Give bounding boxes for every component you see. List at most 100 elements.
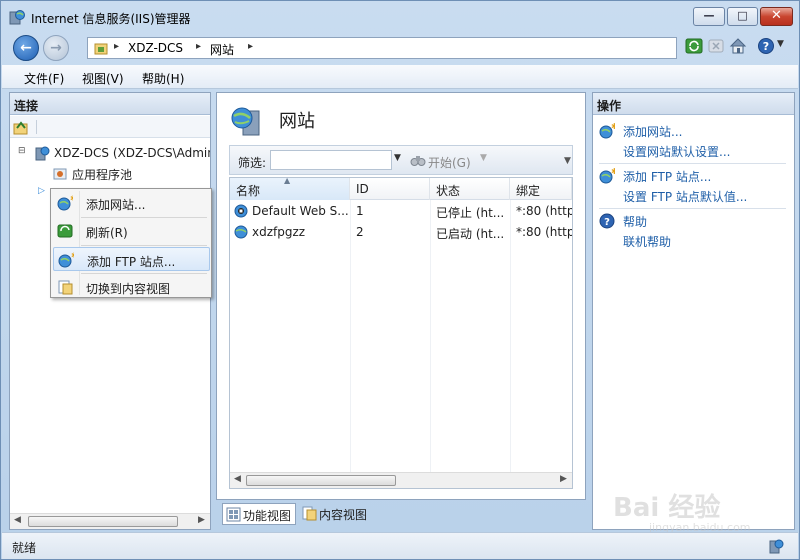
ctx-add-site[interactable]: ✱ 添加网站... [53, 191, 210, 215]
scroll-left-icon[interactable]: ◀ [234, 474, 241, 484]
svg-text:?: ? [763, 40, 769, 53]
cell-site-name: Default Web S... [252, 204, 348, 218]
menu-help[interactable]: 帮助(H) [142, 70, 184, 87]
action-online-help[interactable]: 联机帮助 [623, 233, 671, 250]
context-menu: ✱ 添加网站... 刷新(R) ✱ 添加 FTP 站点... [50, 188, 212, 298]
scroll-thumb[interactable] [246, 475, 396, 486]
action-add-site[interactable]: 添加网站... [623, 123, 682, 140]
refresh-icon [57, 224, 73, 238]
menu-file[interactable]: 文件(F) [24, 70, 64, 87]
menu-bar: 文件(F) 视图(V) 帮助(H) [2, 65, 798, 89]
column-header-status[interactable]: 状态 [430, 178, 510, 200]
tree-label-server: XDZ-DCS (XDZ-DCS\Admin [54, 146, 210, 160]
back-arrow-icon: ← [20, 40, 32, 56]
go-dropdown-icon[interactable]: ▼ [480, 153, 487, 163]
refresh-icon[interactable] [685, 37, 703, 55]
minimize-button[interactable]: — [693, 7, 725, 26]
context-menu-separator [81, 245, 207, 246]
maximize-button[interactable]: □ [727, 7, 758, 26]
tab-content-view[interactable]: 内容视图 [299, 503, 373, 525]
cell-site-status: 已启动 (ht... [436, 227, 505, 241]
help-icon[interactable]: ? [757, 37, 775, 55]
ctx-switch-content-view[interactable]: 切换到内容视图 [53, 275, 210, 299]
stopped-site-icon [234, 204, 248, 218]
grid-hscrollbar[interactable]: ◀ ▶ [230, 472, 572, 488]
add-site-icon: ✱ [599, 123, 615, 139]
svg-text:?: ? [604, 217, 610, 228]
cell-site-id: 1 [356, 204, 364, 218]
action-add-ftp-site[interactable]: 添加 FTP 站点... [623, 168, 711, 185]
help-dropdown-icon[interactable]: ▼ [777, 39, 784, 49]
breadcrumb-separator: ▸ [248, 41, 254, 52]
tree-node-server[interactable]: ⊟ XDZ-DCS (XDZ-DCS\Admin [10, 143, 210, 163]
sites-content-panel: 网站 筛选: ▼ 开始(G) ▼ ▼ ▲ 名称 ID 状态 绑定 Default… [216, 92, 586, 500]
close-button[interactable]: ✕ [760, 7, 793, 26]
stop-icon[interactable] [707, 37, 725, 55]
title-bar: Internet 信息服务(IIS)管理器 — □ ✕ [1, 1, 799, 31]
connections-toolbar [10, 116, 210, 138]
menu-view[interactable]: 视图(V) [82, 70, 124, 87]
minimize-icon: — [703, 9, 715, 22]
column-header-id[interactable]: ID [350, 178, 430, 200]
site-globe-icon [234, 225, 248, 239]
connections-hscrollbar[interactable]: ◀ ▶ [10, 513, 210, 529]
connections-header: 连接 [10, 93, 210, 115]
home-folder-icon [94, 43, 108, 55]
context-menu-separator [81, 217, 207, 218]
filter-dropdown-icon[interactable]: ▼ [394, 153, 401, 163]
sites-globe-icon [231, 107, 260, 136]
close-icon: ✕ [771, 8, 782, 23]
add-ftp-site-icon: ✱ [599, 168, 615, 184]
column-header-binding[interactable]: 绑定 [510, 178, 572, 200]
filter-options-icon[interactable]: ▼ [564, 156, 571, 166]
svg-text:✱: ✱ [611, 123, 615, 131]
server-icon [35, 146, 50, 161]
content-view-icon [302, 506, 317, 521]
sort-ascending-icon: ▲ [284, 176, 291, 185]
svg-text:✱: ✱ [611, 168, 615, 176]
breadcrumb-sites[interactable]: 网站 [210, 41, 234, 58]
ctx-add-ftp-site[interactable]: ✱ 添加 FTP 站点... [53, 247, 210, 271]
action-help[interactable]: 帮助 [623, 213, 647, 230]
filter-bar: 筛选: ▼ 开始(G) ▼ ▼ [229, 145, 573, 175]
action-site-defaults[interactable]: 设置网站默认设置... [623, 143, 730, 160]
status-bar: 就绪 [2, 532, 798, 559]
forward-arrow-icon: → [50, 40, 62, 56]
maximize-icon: □ [737, 9, 748, 22]
sites-grid: ▲ 名称 ID 状态 绑定 Default Web S... 1 已停止 (ht… [229, 176, 573, 489]
cell-site-binding: *:80 (http) [516, 204, 572, 218]
table-row[interactable]: xdzfpgzz 2 已启动 (ht... *:80 (http) [230, 222, 572, 243]
table-row[interactable]: Default Web S... 1 已停止 (ht... *:80 (http… [230, 201, 572, 222]
breadcrumb-server[interactable]: XDZ-DCS [128, 41, 183, 55]
tree-node-app-pools[interactable]: 应用程序池 [10, 163, 210, 183]
scroll-thumb[interactable] [28, 516, 178, 527]
ctx-add-ftp-site-label: 添加 FTP 站点... [87, 255, 176, 269]
scroll-right-icon[interactable]: ▶ [560, 474, 567, 484]
forward-button[interactable]: → [43, 35, 69, 61]
action-ftp-site-defaults[interactable]: 设置 FTP 站点默认值... [623, 188, 747, 205]
column-binding-label: 绑定 [516, 184, 541, 198]
ctx-switch-content-view-label: 切换到内容视图 [86, 282, 171, 296]
filter-go-button[interactable]: 开始(G) [428, 154, 471, 171]
breadcrumb-separator: ▸ [196, 41, 202, 52]
expand-icon[interactable]: ▷ [38, 186, 45, 196]
scroll-left-icon[interactable]: ◀ [14, 515, 21, 525]
scroll-right-icon[interactable]: ▶ [198, 515, 205, 525]
collapse-icon[interactable]: ⊟ [18, 146, 26, 156]
back-button[interactable]: ← [13, 35, 39, 61]
tab-content-view-label: 内容视图 [319, 508, 368, 522]
iis-app-icon [9, 10, 25, 25]
add-site-icon: ✱ [57, 195, 73, 211]
actions-panel: 操作 ✱ 添加网站... 设置网站默认设置... ✱ 添加 FTP 站点... … [592, 92, 795, 530]
tab-features-view[interactable]: 功能视图 [222, 503, 296, 525]
ctx-refresh[interactable]: 刷新(R) [53, 219, 210, 243]
home-icon[interactable] [729, 37, 747, 55]
breadcrumb-separator: ▸ [114, 41, 120, 52]
actions-header: 操作 [593, 93, 794, 115]
connect-icon[interactable] [13, 119, 29, 135]
features-view-icon [226, 507, 241, 522]
address-bar[interactable]: ▸ XDZ-DCS ▸ 网站 ▸ [87, 37, 677, 59]
filter-input[interactable] [270, 150, 392, 170]
column-header-name[interactable]: ▲ 名称 [230, 176, 350, 200]
page-title: 网站 [279, 111, 315, 132]
